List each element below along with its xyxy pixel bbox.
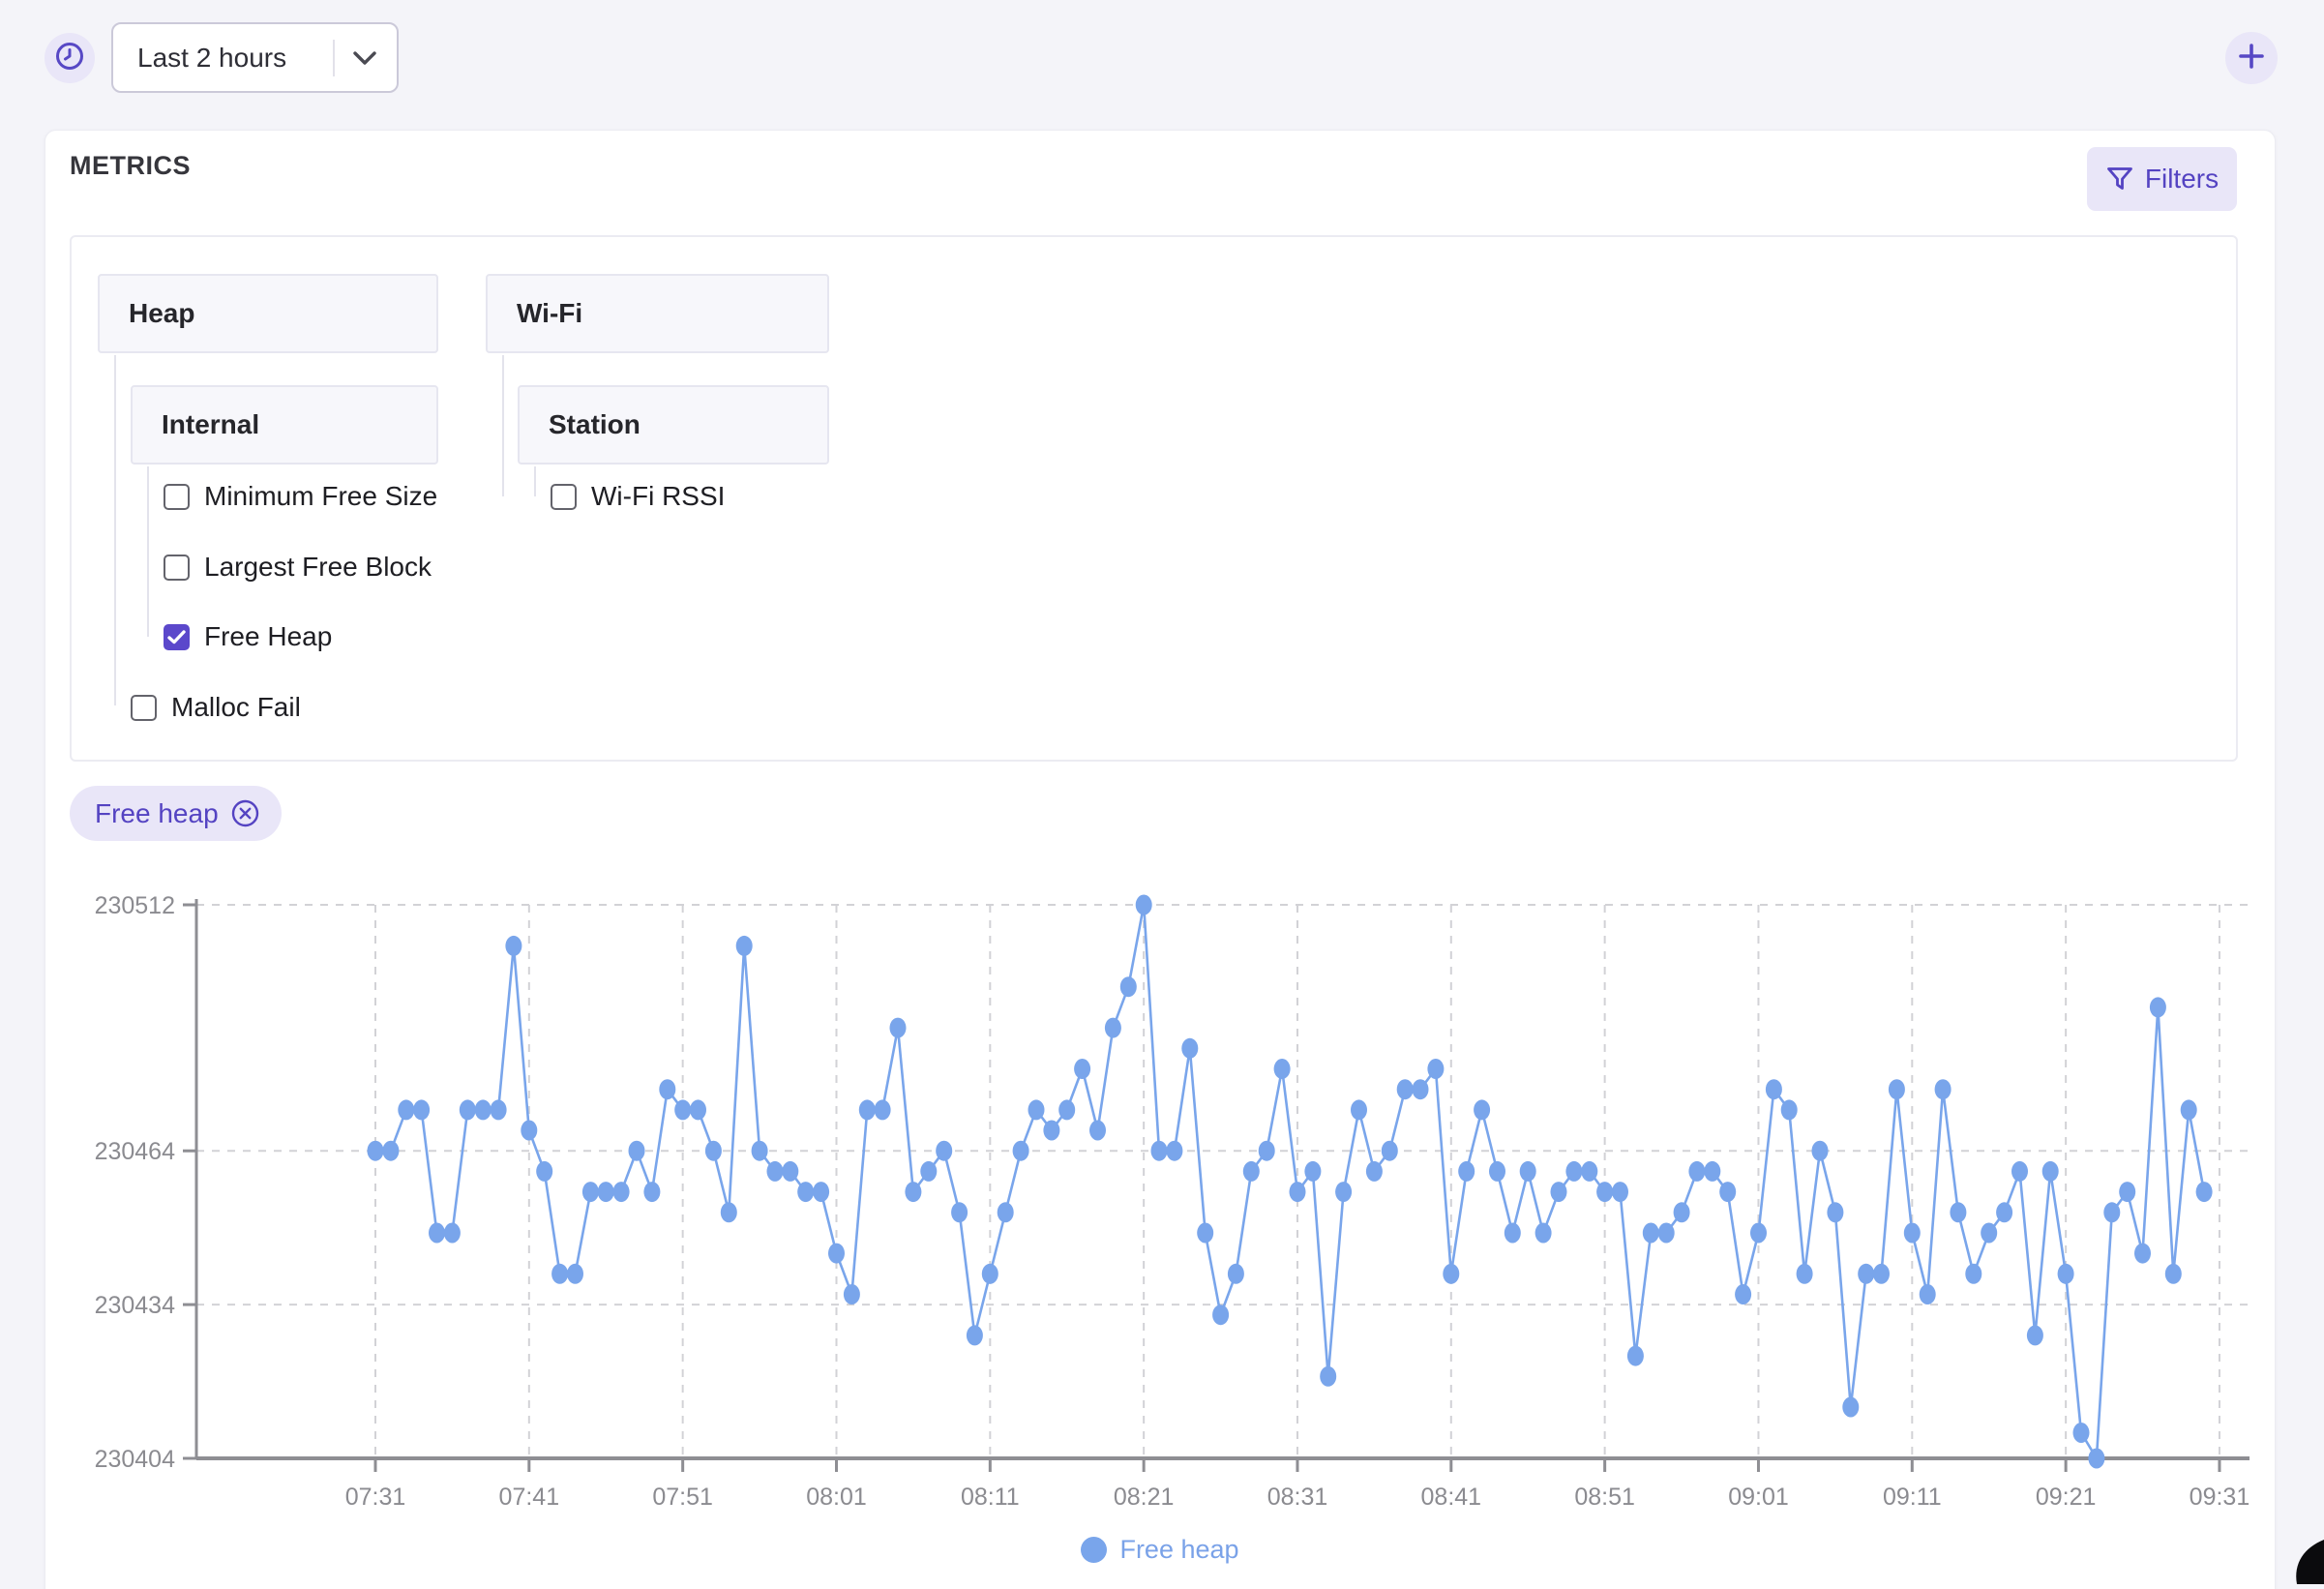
- svg-text:230464: 230464: [95, 1138, 176, 1165]
- svg-text:230434: 230434: [95, 1292, 176, 1319]
- svg-text:08:21: 08:21: [1114, 1484, 1175, 1511]
- svg-text:07:51: 07:51: [652, 1484, 713, 1511]
- legend-series-dot: [1081, 1537, 1108, 1563]
- svg-text:07:31: 07:31: [345, 1484, 406, 1511]
- svg-text:08:41: 08:41: [1421, 1484, 1482, 1511]
- svg-text:08:31: 08:31: [1267, 1484, 1328, 1511]
- svg-text:09:11: 09:11: [1883, 1484, 1942, 1511]
- legend-series-label: Free heap: [1119, 1535, 1239, 1564]
- free-heap-line-chart: 230512 230464 230434 230404 07:31 07:41 07:51 0…: [95, 892, 2250, 1511]
- chart-legend-free-heap[interactable]: Free heap: [0, 1535, 2320, 1565]
- svg-text:08:11: 08:11: [961, 1484, 1020, 1511]
- svg-text:230512: 230512: [95, 892, 175, 919]
- mouse-cursor-artifact: [2291, 1538, 2324, 1589]
- svg-text:08:01: 08:01: [806, 1484, 867, 1511]
- svg-text:09:01: 09:01: [1728, 1484, 1789, 1511]
- svg-text:230404: 230404: [95, 1446, 176, 1473]
- svg-text:07:41: 07:41: [499, 1484, 560, 1511]
- svg-text:09:21: 09:21: [2036, 1484, 2097, 1511]
- svg-text:09:31: 09:31: [2190, 1484, 2250, 1511]
- svg-text:08:51: 08:51: [1574, 1484, 1635, 1511]
